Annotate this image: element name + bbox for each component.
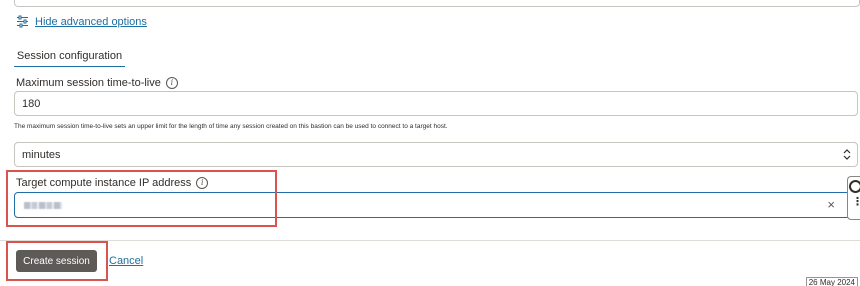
ttl-helper-text: The maximum session time-to-live sets an… bbox=[14, 123, 448, 130]
hide-advanced-options-link[interactable]: Hide advanced options bbox=[35, 16, 147, 28]
chevron-up-down-icon bbox=[843, 148, 851, 161]
ttl-label-text: Maximum session time-to-live bbox=[16, 77, 161, 89]
target-ip-redacted-value bbox=[24, 202, 62, 209]
tab-session-configuration[interactable]: Session configuration bbox=[14, 48, 125, 67]
target-ip-label-text: Target compute instance IP address bbox=[16, 177, 192, 189]
sliders-icon bbox=[16, 15, 29, 28]
ttl-unit-value: minutes bbox=[22, 148, 61, 161]
ttl-label: Maximum session time-to-live i bbox=[16, 77, 178, 89]
target-ip-input[interactable]: × bbox=[14, 192, 858, 218]
page: Hide advanced options Session configurat… bbox=[0, 0, 860, 286]
previous-field-bottom[interactable] bbox=[14, 0, 860, 7]
date-stamp: 26 May 2024 bbox=[805, 277, 858, 286]
lifebuoy-icon bbox=[849, 180, 860, 193]
target-ip-label: Target compute instance IP address i bbox=[16, 177, 209, 189]
info-icon[interactable]: i bbox=[165, 77, 178, 89]
clear-icon[interactable]: × bbox=[827, 197, 835, 213]
help-widget[interactable]: ⋮ bbox=[847, 176, 860, 220]
ttl-input-value: 180 bbox=[22, 97, 41, 110]
info-icon[interactable]: i bbox=[196, 177, 209, 189]
more-options-icon[interactable]: ⋮ bbox=[852, 197, 860, 208]
ttl-input[interactable]: 180 bbox=[14, 91, 858, 116]
create-session-button[interactable]: Create session bbox=[16, 250, 97, 272]
ttl-unit-select[interactable]: minutes bbox=[14, 142, 858, 167]
footer-divider bbox=[0, 240, 860, 241]
advanced-options-toggle[interactable]: Hide advanced options bbox=[16, 15, 147, 28]
cancel-link[interactable]: Cancel bbox=[109, 255, 143, 267]
